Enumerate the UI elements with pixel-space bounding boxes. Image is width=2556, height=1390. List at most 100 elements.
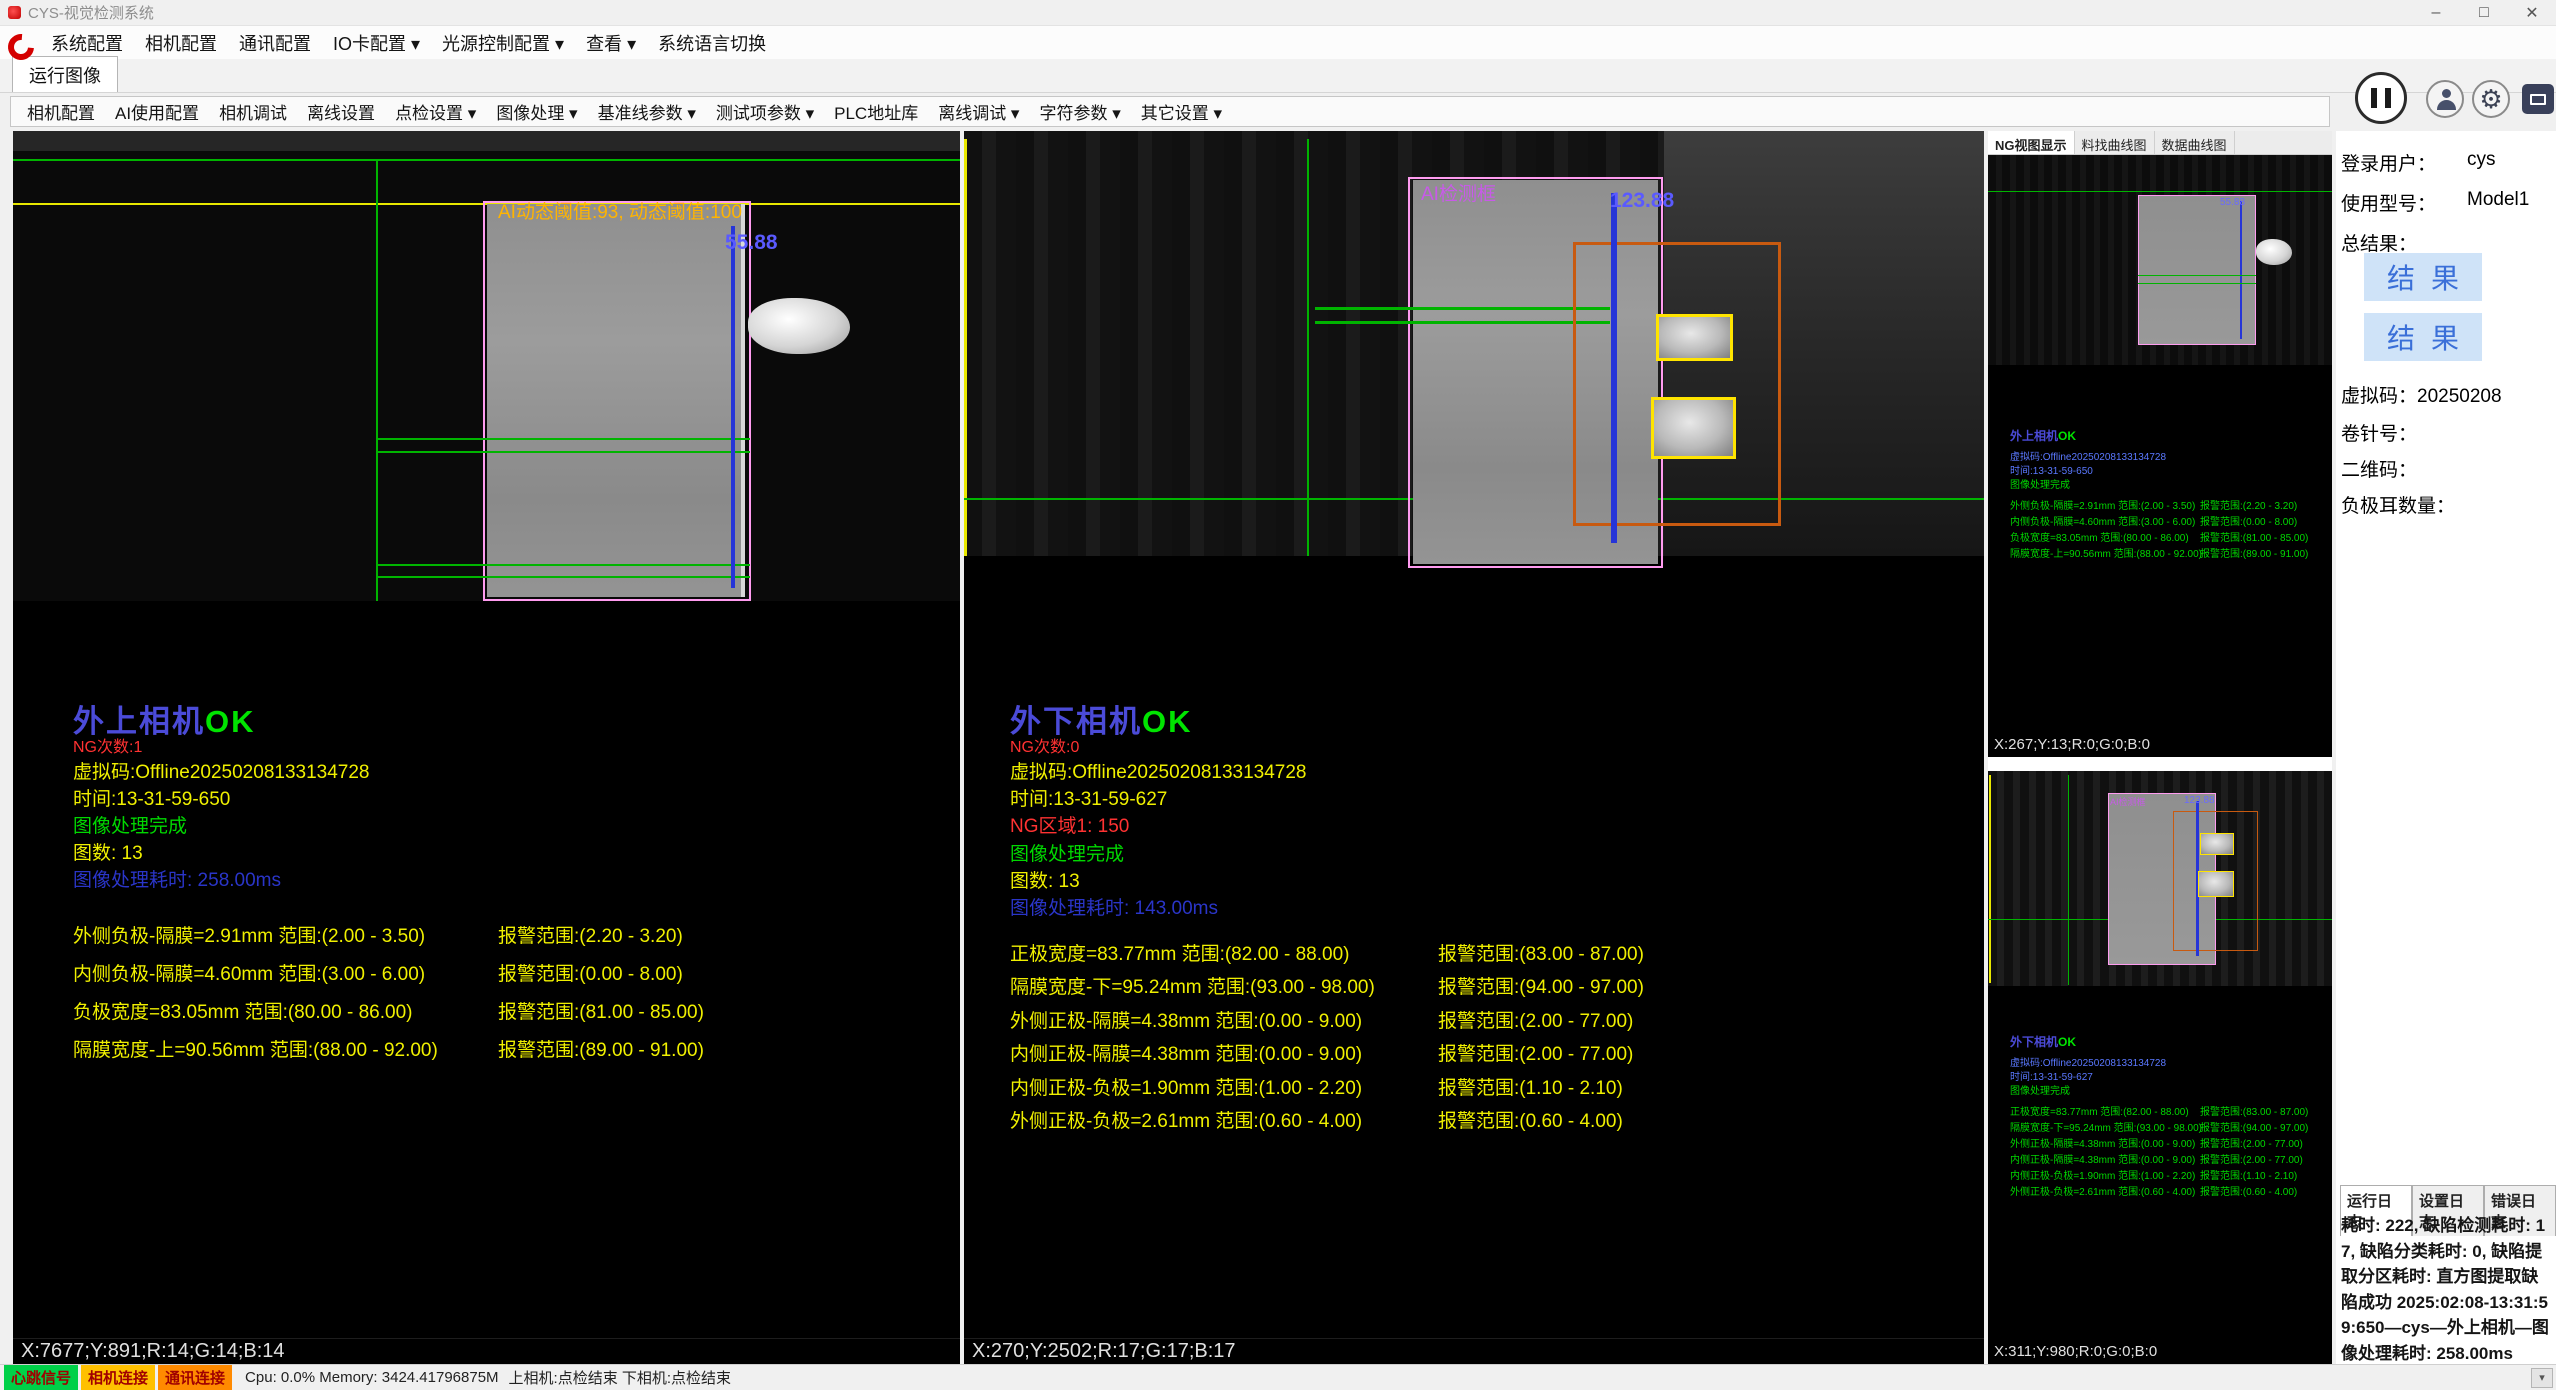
model-label: 使用型号：	[2341, 189, 2436, 216]
maximize-button[interactable]: □	[2460, 0, 2508, 26]
measurement-row: 外侧正极-负极=2.61mm 范围:(0.60 - 4.00)报警范围:(0.6…	[1010, 1106, 1623, 1133]
tool-plc-address[interactable]: PLC地址库	[824, 96, 928, 127]
guide-line-green-vertical	[1307, 139, 1309, 556]
tool-camera-config[interactable]: 相机配置	[17, 96, 105, 127]
pause-button[interactable]	[2355, 72, 2407, 124]
thumb-time: 时间:13-31-59-650	[2010, 462, 2093, 477]
camera-link-status-badge: 相机连接	[81, 1365, 155, 1390]
monitor-button[interactable]	[2522, 84, 2554, 114]
menu-bar: 系统配置 相机配置 通讯配置 IO卡配置 ▾ 光源控制配置 ▾ 查看 ▾ 系统语…	[0, 26, 2556, 59]
thumb-measurement: 负极宽度=83.05mm 范围:(80.00 - 86.00)报警范围:(81.…	[2010, 529, 2328, 544]
measure-line-green	[376, 451, 750, 453]
roll-pin-label: 卷针号：	[2341, 419, 2417, 446]
tool-camera-debug[interactable]: 相机调试	[209, 96, 297, 127]
result-badge-lower: 结果	[2364, 313, 2482, 361]
ai-detect-box-label: AI检测框	[1421, 179, 1496, 206]
ng-thumbnail-lower[interactable]: AI检测框 123.88 外下相机OK 虚拟码:Offline202502081…	[1988, 771, 2332, 1338]
menu-item-comm-config[interactable]: 通讯配置	[228, 26, 322, 60]
frame-count: 图数: 13	[1010, 866, 1080, 893]
login-user-value: cys	[2467, 149, 2496, 171]
tool-baseline-params[interactable]: 基准线参数 ▾	[588, 96, 706, 127]
menu-item-io-config[interactable]: IO卡配置 ▾	[322, 26, 431, 60]
measure-line-blue	[2240, 201, 2242, 339]
measure-line-green	[376, 564, 750, 566]
thumb-virtual-code: 虚拟码:Offline20250208133134728	[2010, 1054, 2166, 1069]
measure-line-green	[2138, 283, 2256, 284]
process-time: 图像处理耗时: 143.00ms	[1010, 893, 1218, 920]
roi-box-pink	[2138, 195, 2256, 345]
menu-item-system-config[interactable]: 系统配置	[40, 26, 134, 60]
electrode-region	[487, 204, 745, 597]
title-bar: CYS-视觉检测系统 – □ ✕	[0, 0, 2556, 26]
run-log-text: 耗时: 222, 缺陷检测耗时: 17, 缺陷分类耗时: 0, 缺陷提取分区耗时…	[2341, 1213, 2549, 1366]
thumb-lower-pixel-status: X:311;Y:980;R:0;G:0;B:0	[1988, 1338, 2332, 1364]
ai-detect-box-label: AI检测框	[2110, 795, 2146, 808]
measurement-row: 负极宽度=83.05mm 范围:(80.00 - 86.00)报警范围:(81.…	[73, 997, 704, 1024]
thumb-upper-pixel-status: X:267;Y:13;R:0;G:0;B:0	[1988, 731, 2332, 757]
camera-spotcheck-status: 上相机:点检结束 下相机:点检结束	[509, 1367, 732, 1388]
process-done: 图像处理完成	[1010, 839, 1124, 866]
resize-grip[interactable]: ▾	[2531, 1368, 2553, 1388]
thumb-measurement: 内侧正极-隔膜=4.38mm 范围:(0.00 - 9.00)报警范围:(2.0…	[2010, 1151, 2328, 1166]
settings-button[interactable]: ⚙	[2472, 80, 2510, 118]
defect-box-yellow	[1656, 314, 1733, 361]
measurement-row: 隔膜宽度-下=95.24mm 范围:(93.00 - 98.00)报警范围:(9…	[1010, 972, 1644, 999]
ng-count: NG次数:0	[1010, 733, 1079, 757]
thumb-measurement: 正极宽度=83.77mm 范围:(82.00 - 88.00)报警范围:(83.…	[2010, 1103, 2328, 1118]
tool-image-process[interactable]: 图像处理 ▾	[486, 96, 587, 127]
thumb-measurement: 内侧正极-负极=1.90mm 范围:(1.00 - 2.20)报警范围:(1.1…	[2010, 1167, 2328, 1182]
guide-line-green-vertical	[376, 159, 378, 601]
thumb-measurement: 内侧负极-隔膜=4.60mm 范围:(3.00 - 6.00)报警范围:(0.0…	[2010, 513, 2328, 528]
tool-offline-debug[interactable]: 离线调试 ▾	[928, 96, 1029, 127]
tool-char-params[interactable]: 字符参数 ▾	[1029, 96, 1130, 127]
thumb-measurement: 外侧正极-负极=2.61mm 范围:(0.60 - 4.00)报警范围:(0.6…	[2010, 1183, 2328, 1198]
user-button[interactable]	[2426, 80, 2464, 118]
status-bar: 心跳信号 相机连接 通讯连接 Cpu: 0.0% Memory: 3424.41…	[0, 1364, 2556, 1390]
tab-data-curve[interactable]: 数据曲线图	[2155, 131, 2235, 154]
defect-box-yellow	[2198, 871, 2234, 897]
app-icon	[8, 6, 21, 19]
close-button[interactable]: ✕	[2508, 0, 2556, 26]
virtual-code-label: 虚拟码：20250208	[2341, 381, 2502, 408]
thumb-measurement: 外侧正极-隔膜=4.38mm 范围:(0.00 - 9.00)报警范围:(2.0…	[2010, 1135, 2328, 1150]
gear-icon: ⚙	[2479, 84, 2502, 115]
tab-ng-view[interactable]: NG视图显示	[1988, 131, 2075, 154]
total-result-label: 总结果：	[2341, 229, 2417, 256]
tool-offline-setting[interactable]: 离线设置	[297, 96, 385, 127]
tool-other-settings[interactable]: 其它设置 ▾	[1131, 96, 1232, 127]
minimize-button[interactable]: –	[2412, 0, 2460, 26]
result-badge-upper: 结果	[2364, 253, 2482, 301]
measure-value-overlay: 123.88	[1610, 189, 1674, 213]
menu-item-light-config[interactable]: 光源控制配置 ▾	[431, 26, 575, 60]
measurement-row: 外侧负极-隔膜=2.91mm 范围:(2.00 - 3.50)报警范围:(2.2…	[73, 921, 683, 948]
measure-line-green	[376, 576, 750, 578]
measure-line-green	[1315, 307, 1610, 310]
virtual-code-value: 20250208	[2417, 386, 2502, 407]
menu-item-view[interactable]: 查看 ▾	[575, 26, 647, 60]
guide-line-green-vertical	[2068, 775, 2069, 985]
negative-tab-count-label: 负极耳数量：	[2341, 491, 2455, 518]
tool-ai-config[interactable]: AI使用配置	[105, 96, 209, 127]
thumb-measurement: 隔膜宽度-下=95.24mm 范围:(93.00 - 98.00)报警范围:(9…	[2010, 1119, 2328, 1134]
process-time: 图像处理耗时: 258.00ms	[73, 865, 281, 892]
menu-item-camera-config[interactable]: 相机配置	[134, 26, 228, 60]
window-controls: – □ ✕	[2412, 0, 2556, 26]
tab-material-curve[interactable]: 料找曲线图	[2075, 131, 2155, 154]
camera-view-lower: AI检测框 123.88 外下相机OK NG次数:0 虚拟码:Offline20…	[964, 131, 1984, 1364]
measure-line-green	[1315, 321, 1610, 324]
tab-foil-blob	[748, 298, 850, 354]
measurement-row: 内侧正极-负极=1.90mm 范围:(1.00 - 2.20)报警范围:(1.1…	[1010, 1073, 1623, 1100]
ng-thumbnail-upper[interactable]: 55.88 外上相机OK 虚拟码:Offline2025020813313472…	[1988, 155, 2332, 731]
guide-line-green	[1988, 191, 2332, 192]
app-window: CYS-视觉检测系统 – □ ✕ 系统配置 相机配置 通讯配置 IO卡配置 ▾ …	[0, 0, 2556, 1390]
measure-line-blue	[1611, 193, 1617, 543]
measure-value-overlay: 55.88	[2220, 197, 2245, 208]
frame-count: 图数: 13	[73, 838, 143, 865]
tool-test-params[interactable]: 测试项参数 ▾	[706, 96, 824, 127]
thumb-virtual-code: 虚拟码:Offline20250208133134728	[2010, 448, 2166, 463]
tool-spotcheck-setting[interactable]: 点检设置 ▾	[385, 96, 486, 127]
menu-item-language-switch[interactable]: 系统语言切换	[647, 26, 777, 60]
window-title: CYS-视觉检测系统	[28, 2, 154, 23]
tab-foil-blob	[2256, 239, 2292, 265]
ng-view-tabs: NG视图显示 料找曲线图 数据曲线图	[1988, 131, 2332, 155]
